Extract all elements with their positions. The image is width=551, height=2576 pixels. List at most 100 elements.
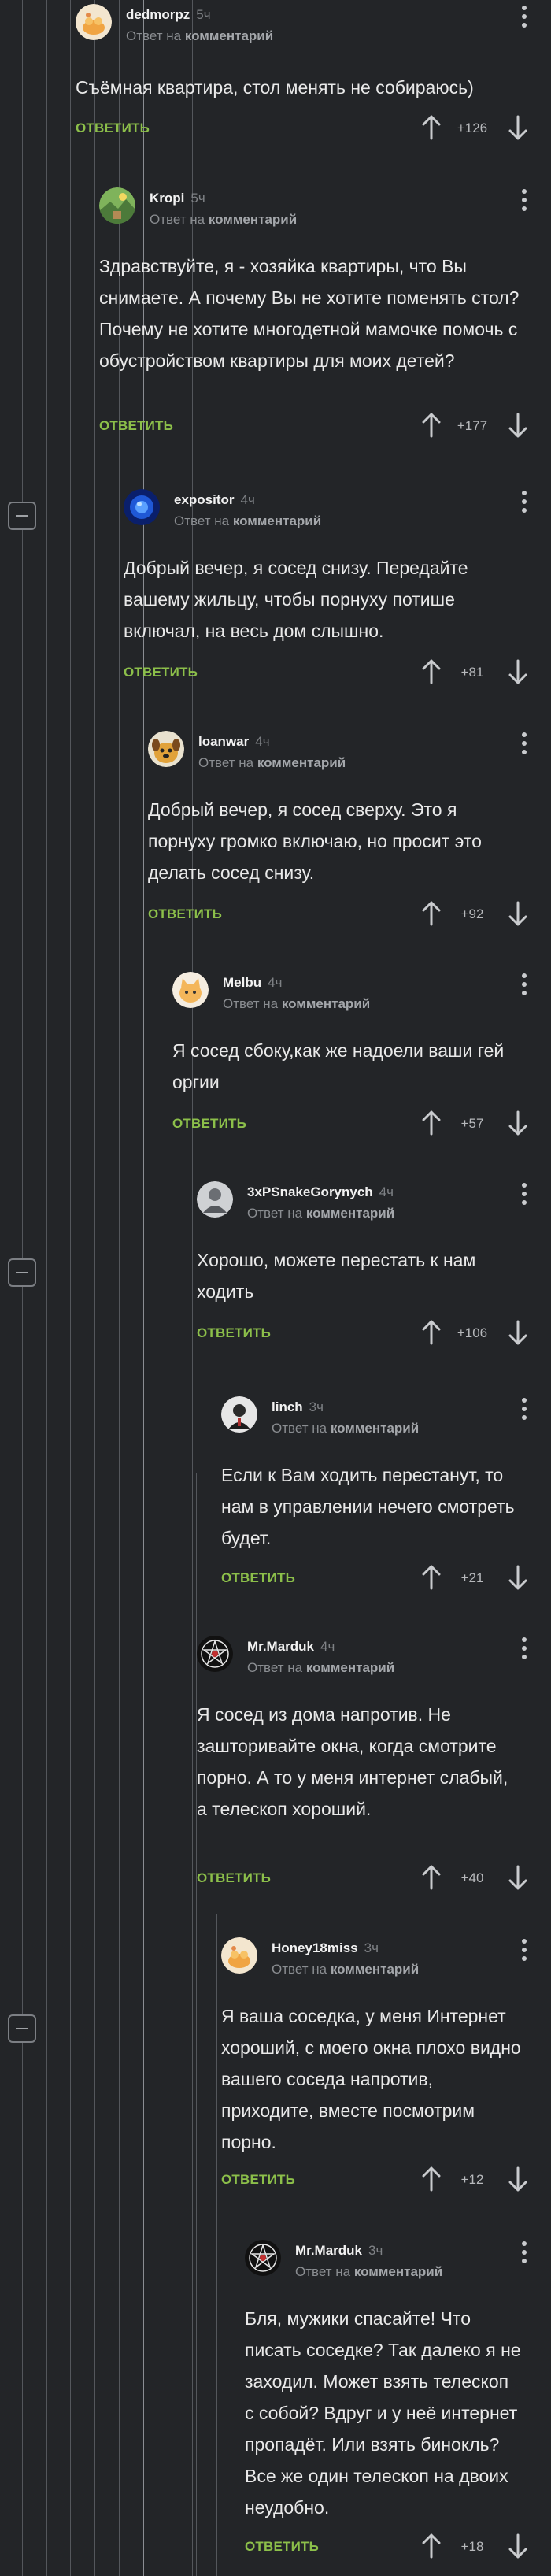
more-options-icon[interactable] xyxy=(521,189,527,216)
upvote-arrow-icon[interactable] xyxy=(422,412,441,439)
landscape-avatar[interactable] xyxy=(99,187,135,224)
comment-author[interactable]: Kropi 5ч xyxy=(150,191,205,206)
reply-to-link[interactable]: комментарий xyxy=(306,1206,394,1221)
reply-button[interactable]: ОТВЕТИТЬ xyxy=(99,418,173,434)
more-options-icon[interactable] xyxy=(521,2241,527,2268)
reply-to-link[interactable]: комментарий xyxy=(306,1660,394,1675)
thread-line[interactable] xyxy=(216,1914,217,2576)
comment-author[interactable]: Mr.Marduk 3ч xyxy=(295,2243,383,2259)
comment-author[interactable]: loanwar 4ч xyxy=(198,734,270,750)
downvote-arrow-icon[interactable] xyxy=(508,658,527,685)
collapse-thread-button[interactable] xyxy=(8,1258,36,1287)
comment-time: 4ч xyxy=(379,1184,394,1199)
cat-cake-avatar[interactable] xyxy=(76,4,112,40)
upvote-arrow-icon[interactable] xyxy=(422,1110,441,1136)
more-options-icon[interactable] xyxy=(521,1637,527,1664)
upvote-arrow-icon[interactable] xyxy=(422,2533,441,2559)
thread-line[interactable] xyxy=(46,0,47,2576)
more-options-icon[interactable] xyxy=(521,1398,527,1425)
author-name[interactable]: Honey18miss xyxy=(272,1940,358,1955)
comment: Mr.Marduk 4ч Ответ на комментарий Я сосед и… xyxy=(197,1636,532,1896)
comment-author[interactable]: dedmorpz 5ч xyxy=(126,7,211,23)
comment-author[interactable]: 3xPSnakeGorynych 4ч xyxy=(247,1184,394,1200)
comment-score: +177 xyxy=(457,418,488,433)
downvote-arrow-icon[interactable] xyxy=(508,900,527,927)
reply-to-link[interactable]: комментарий xyxy=(257,755,346,770)
downvote-arrow-icon[interactable] xyxy=(508,1864,527,1891)
more-options-icon[interactable] xyxy=(521,732,527,759)
reply-to-link[interactable]: комментарий xyxy=(354,2264,442,2279)
reply-button[interactable]: ОТВЕТИТЬ xyxy=(221,1570,295,1586)
upvote-arrow-icon[interactable] xyxy=(422,658,441,685)
reply-button[interactable]: ОТВЕТИТЬ xyxy=(172,1116,246,1132)
comment-text: Здравствуйте, я - хозяйка квартиры, что … xyxy=(99,256,520,371)
comment-author[interactable]: Honey18miss 3ч xyxy=(272,1940,379,1956)
upvote-arrow-icon[interactable] xyxy=(422,114,441,141)
author-name[interactable]: loanwar xyxy=(198,734,249,749)
reply-to-link[interactable]: комментарий xyxy=(331,1962,419,1977)
comment-author[interactable]: Mr.Marduk 4ч xyxy=(247,1639,335,1655)
dark-person-avatar[interactable] xyxy=(221,1396,257,1433)
cartoon-dog-avatar[interactable] xyxy=(148,731,184,767)
comment-author[interactable]: linch 3ч xyxy=(272,1399,324,1415)
downvote-arrow-icon[interactable] xyxy=(508,1564,527,1591)
comment-author[interactable]: expositor 4ч xyxy=(174,492,255,508)
upvote-arrow-icon[interactable] xyxy=(422,1864,441,1891)
reply-button[interactable]: ОТВЕТИТЬ xyxy=(245,2539,319,2555)
collapse-thread-button[interactable] xyxy=(8,502,36,530)
upvote-arrow-icon[interactable] xyxy=(422,2166,441,2192)
author-name[interactable]: Mr.Marduk xyxy=(247,1639,314,1654)
upvote-arrow-icon[interactable] xyxy=(422,900,441,927)
comment-text: Съёмная квартира, стол менять не собираю… xyxy=(76,77,474,98)
more-options-icon[interactable] xyxy=(521,1939,527,1966)
blue-orb-avatar[interactable] xyxy=(124,489,160,525)
downvote-arrow-icon[interactable] xyxy=(508,2533,527,2559)
downvote-arrow-icon[interactable] xyxy=(508,114,527,141)
comment-time: 3ч xyxy=(309,1399,324,1414)
reply-to-link[interactable]: комментарий xyxy=(209,212,297,227)
upvote-arrow-icon[interactable] xyxy=(422,1564,441,1591)
comment-author[interactable]: Melbu 4ч xyxy=(223,975,282,991)
downvote-arrow-icon[interactable] xyxy=(508,2166,527,2192)
comment-score: +81 xyxy=(460,665,484,680)
downvote-arrow-icon[interactable] xyxy=(508,1110,527,1136)
reply-button[interactable]: ОТВЕТИТЬ xyxy=(197,1870,271,1886)
grey-figure-avatar[interactable] xyxy=(197,1181,233,1218)
thread-line[interactable] xyxy=(94,0,95,2576)
pentagram-avatar[interactable] xyxy=(245,2240,281,2276)
reply-to-link[interactable]: комментарий xyxy=(185,28,273,43)
reply-button[interactable]: ОТВЕТИТЬ xyxy=(148,906,222,922)
downvote-arrow-icon[interactable] xyxy=(508,1319,527,1346)
reply-to-note: Ответ на комментарий xyxy=(174,513,321,529)
author-name[interactable]: Melbu xyxy=(223,975,261,990)
reply-to-link[interactable]: комментарий xyxy=(331,1421,419,1436)
reply-button[interactable]: ОТВЕТИТЬ xyxy=(221,2172,295,2188)
reply-button[interactable]: ОТВЕТИТЬ xyxy=(124,665,198,680)
more-options-icon[interactable] xyxy=(521,491,527,517)
author-name[interactable]: expositor xyxy=(174,492,235,507)
thread-line[interactable] xyxy=(70,0,71,2576)
cat-face-avatar[interactable] xyxy=(172,972,209,1008)
cat-cake-avatar[interactable] xyxy=(221,1937,257,1974)
reply-to-note: Ответ на комментарий xyxy=(295,2264,442,2280)
author-name[interactable]: dedmorpz xyxy=(126,7,190,22)
comment-time: 3ч xyxy=(364,1940,379,1955)
author-name[interactable]: Kropi xyxy=(150,191,184,206)
upvote-arrow-icon[interactable] xyxy=(422,1319,441,1346)
author-name[interactable]: Mr.Marduk xyxy=(295,2243,362,2258)
author-name[interactable]: linch xyxy=(272,1399,303,1414)
reply-to-link[interactable]: комментарий xyxy=(282,996,370,1011)
more-options-icon[interactable] xyxy=(521,1183,527,1210)
reply-button[interactable]: ОТВЕТИТЬ xyxy=(197,1325,271,1341)
pentagram-avatar[interactable] xyxy=(197,1636,233,1672)
comment-text: Если к Вам ходить перестанут, то нам в у… xyxy=(221,1465,515,1548)
downvote-arrow-icon[interactable] xyxy=(508,412,527,439)
reply-to-link[interactable]: комментарий xyxy=(233,513,321,528)
more-options-icon[interactable] xyxy=(521,6,527,32)
author-name[interactable]: 3xPSnakeGorynych xyxy=(247,1184,373,1199)
thread-line[interactable] xyxy=(22,0,23,2576)
more-options-icon[interactable] xyxy=(521,973,527,1000)
comment: Kropi 5ч Ответ на комментарий Здравствуйте,… xyxy=(99,187,532,455)
reply-button[interactable]: ОТВЕТИТЬ xyxy=(76,120,150,136)
collapse-thread-button[interactable] xyxy=(8,2014,36,2043)
